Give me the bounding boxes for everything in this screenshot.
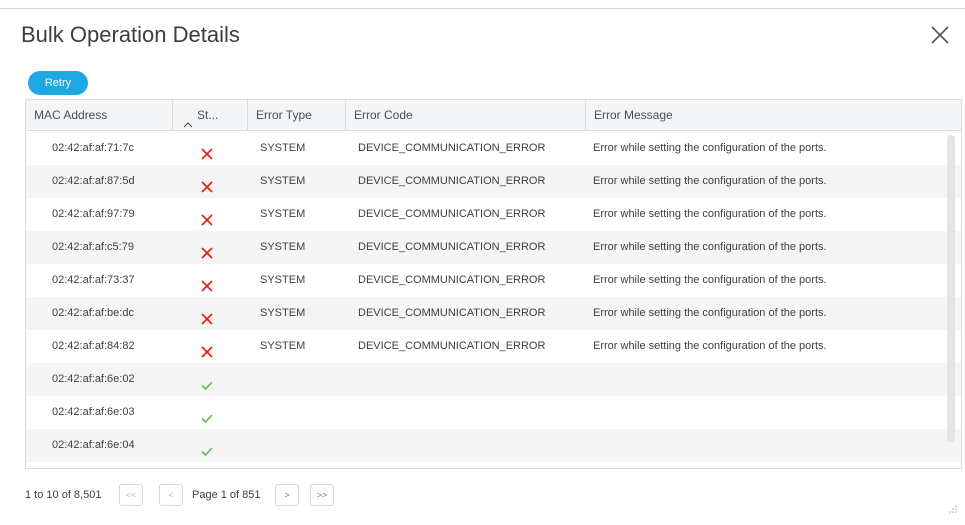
error-message-cell	[593, 363, 933, 396]
error-x-icon	[200, 274, 214, 292]
results-table: MAC Address St... Error Type Error Code …	[25, 99, 962, 469]
mac-address-cell: 02:42:af:af:6e:02	[52, 373, 135, 385]
table-row[interactable]: 02:42:af:af:97:79 SYSTEM DEVICE_COMMUNICAT…	[26, 198, 961, 231]
error-message-cell: Error while setting the configuration of…	[593, 340, 827, 352]
previous-page-button[interactable]: <	[159, 484, 183, 506]
status-cell	[200, 231, 220, 264]
error-x-icon	[200, 340, 214, 358]
column-header-error-message[interactable]: Error Message	[586, 100, 961, 131]
mac-address-cell: 02:42:af:af:73:37	[52, 274, 135, 286]
error-type-cell: SYSTEM	[260, 241, 306, 253]
close-icon[interactable]	[929, 24, 951, 46]
error-message-cell: Error while setting the configuration of…	[593, 274, 827, 286]
error-code-cell	[358, 429, 578, 462]
error-message-cell: Error while setting the configuration of…	[593, 241, 827, 253]
mac-address-cell: 02:42:af:af:6e:03	[52, 406, 135, 418]
error-code-cell	[358, 396, 578, 429]
error-type-cell	[260, 396, 340, 429]
error-code-cell: DEVICE_COMMUNICATION_ERROR	[358, 307, 546, 319]
status-cell	[200, 132, 220, 165]
column-header-label: Error Message	[594, 108, 673, 122]
error-type-cell	[260, 363, 340, 396]
error-message-cell	[593, 429, 933, 462]
column-header-label: MAC Address	[34, 108, 108, 122]
column-header-label: Error Type	[256, 108, 312, 122]
error-x-icon	[200, 241, 214, 259]
column-header-label: Error Code	[354, 108, 413, 122]
error-type-cell: SYSTEM	[260, 142, 306, 154]
error-type-cell	[260, 429, 340, 462]
status-cell	[200, 165, 220, 198]
column-header-error-code[interactable]: Error Code	[346, 100, 586, 131]
error-x-icon	[200, 208, 214, 226]
error-message-cell: Error while setting the configuration of…	[593, 142, 827, 154]
error-message-cell	[593, 396, 933, 429]
mac-address-cell: 02:42:af:af:97:79	[52, 208, 135, 220]
first-page-button[interactable]: <<	[119, 484, 143, 506]
error-x-icon	[200, 142, 214, 160]
error-type-cell: SYSTEM	[260, 307, 306, 319]
vertical-scrollbar[interactable]	[947, 135, 955, 442]
status-cell	[200, 264, 220, 297]
error-message-cell: Error while setting the configuration of…	[593, 175, 827, 187]
success-check-icon	[200, 439, 214, 457]
status-cell	[200, 198, 220, 231]
error-message-cell: Error while setting the configuration of…	[593, 307, 827, 319]
page-indicator: Page 1 of 851	[192, 489, 261, 501]
column-header-error-type[interactable]: Error Type	[248, 100, 346, 131]
table-row[interactable]: 02:42:af:af:c5:79 SYSTEM DEVICE_COMMUNICAT…	[26, 231, 961, 264]
mac-address-cell: 02:42:af:af:87:5d	[52, 175, 135, 187]
column-header-label: St...	[197, 108, 219, 122]
status-cell	[200, 429, 220, 462]
dialog-title: Bulk Operation Details	[21, 22, 240, 47]
status-cell	[200, 330, 220, 363]
error-message-cell: Error while setting the configuration of…	[593, 208, 827, 220]
success-check-icon	[200, 406, 214, 424]
column-header-status[interactable]: St...	[173, 100, 248, 131]
error-type-cell: SYSTEM	[260, 175, 306, 187]
next-page-button[interactable]: >	[275, 484, 299, 506]
resize-handle-icon[interactable]	[948, 504, 958, 514]
table-row[interactable]: 02:42:af:af:71:7c SYSTEM DEVICE_COMMUNICAT…	[26, 132, 961, 165]
top-divider	[0, 8, 965, 9]
error-code-cell: DEVICE_COMMUNICATION_ERROR	[358, 142, 546, 154]
mac-address-cell: 02:42:af:af:84:82	[52, 340, 135, 352]
mac-address-cell: 02:42:af:af:c5:79	[52, 241, 134, 253]
error-code-cell: DEVICE_COMMUNICATION_ERROR	[358, 340, 546, 352]
status-cell	[200, 396, 220, 429]
column-header-mac-address[interactable]: MAC Address	[26, 100, 173, 131]
error-x-icon	[200, 307, 214, 325]
success-check-icon	[200, 373, 214, 391]
mac-address-cell: 02:42:af:af:6e:04	[52, 439, 135, 451]
table-header: MAC Address St... Error Type Error Code …	[26, 100, 961, 131]
mac-address-cell: 02:42:af:af:be:dc	[52, 307, 134, 319]
error-code-cell: DEVICE_COMMUNICATION_ERROR	[358, 241, 546, 253]
table-row[interactable]: 02:42:af:af:6e:04	[26, 429, 961, 462]
last-page-button[interactable]: >>	[310, 484, 334, 506]
error-type-cell: SYSTEM	[260, 274, 306, 286]
retry-button[interactable]: Retry	[28, 71, 88, 95]
table-row[interactable]: 02:42:af:af:87:5d SYSTEM DEVICE_COMMUNICAT…	[26, 165, 961, 198]
error-code-cell: DEVICE_COMMUNICATION_ERROR	[358, 208, 546, 220]
error-type-cell: SYSTEM	[260, 340, 306, 352]
table-row[interactable]: 02:42:af:af:6e:03	[26, 396, 961, 429]
pagination-range: 1 to 10 of 8,501	[25, 489, 102, 501]
status-cell	[200, 363, 220, 396]
sort-ascending-icon	[183, 111, 193, 128]
mac-address-cell: 02:42:af:af:71:7c	[52, 142, 134, 154]
table-row[interactable]: 02:42:af:af:84:82 SYSTEM DEVICE_COMMUNICAT…	[26, 330, 961, 363]
table-row[interactable]: 02:42:af:af:be:dc SYSTEM DEVICE_COMMUNICAT…	[26, 297, 961, 330]
error-x-icon	[200, 175, 214, 193]
error-code-cell	[358, 363, 578, 396]
table-row[interactable]: 02:42:af:af:73:37 SYSTEM DEVICE_COMMUNICAT…	[26, 264, 961, 297]
error-code-cell: DEVICE_COMMUNICATION_ERROR	[358, 274, 546, 286]
status-cell	[200, 297, 220, 330]
table-row[interactable]: 02:42:af:af:6e:02	[26, 363, 961, 396]
error-type-cell: SYSTEM	[260, 208, 306, 220]
error-code-cell: DEVICE_COMMUNICATION_ERROR	[358, 175, 546, 187]
